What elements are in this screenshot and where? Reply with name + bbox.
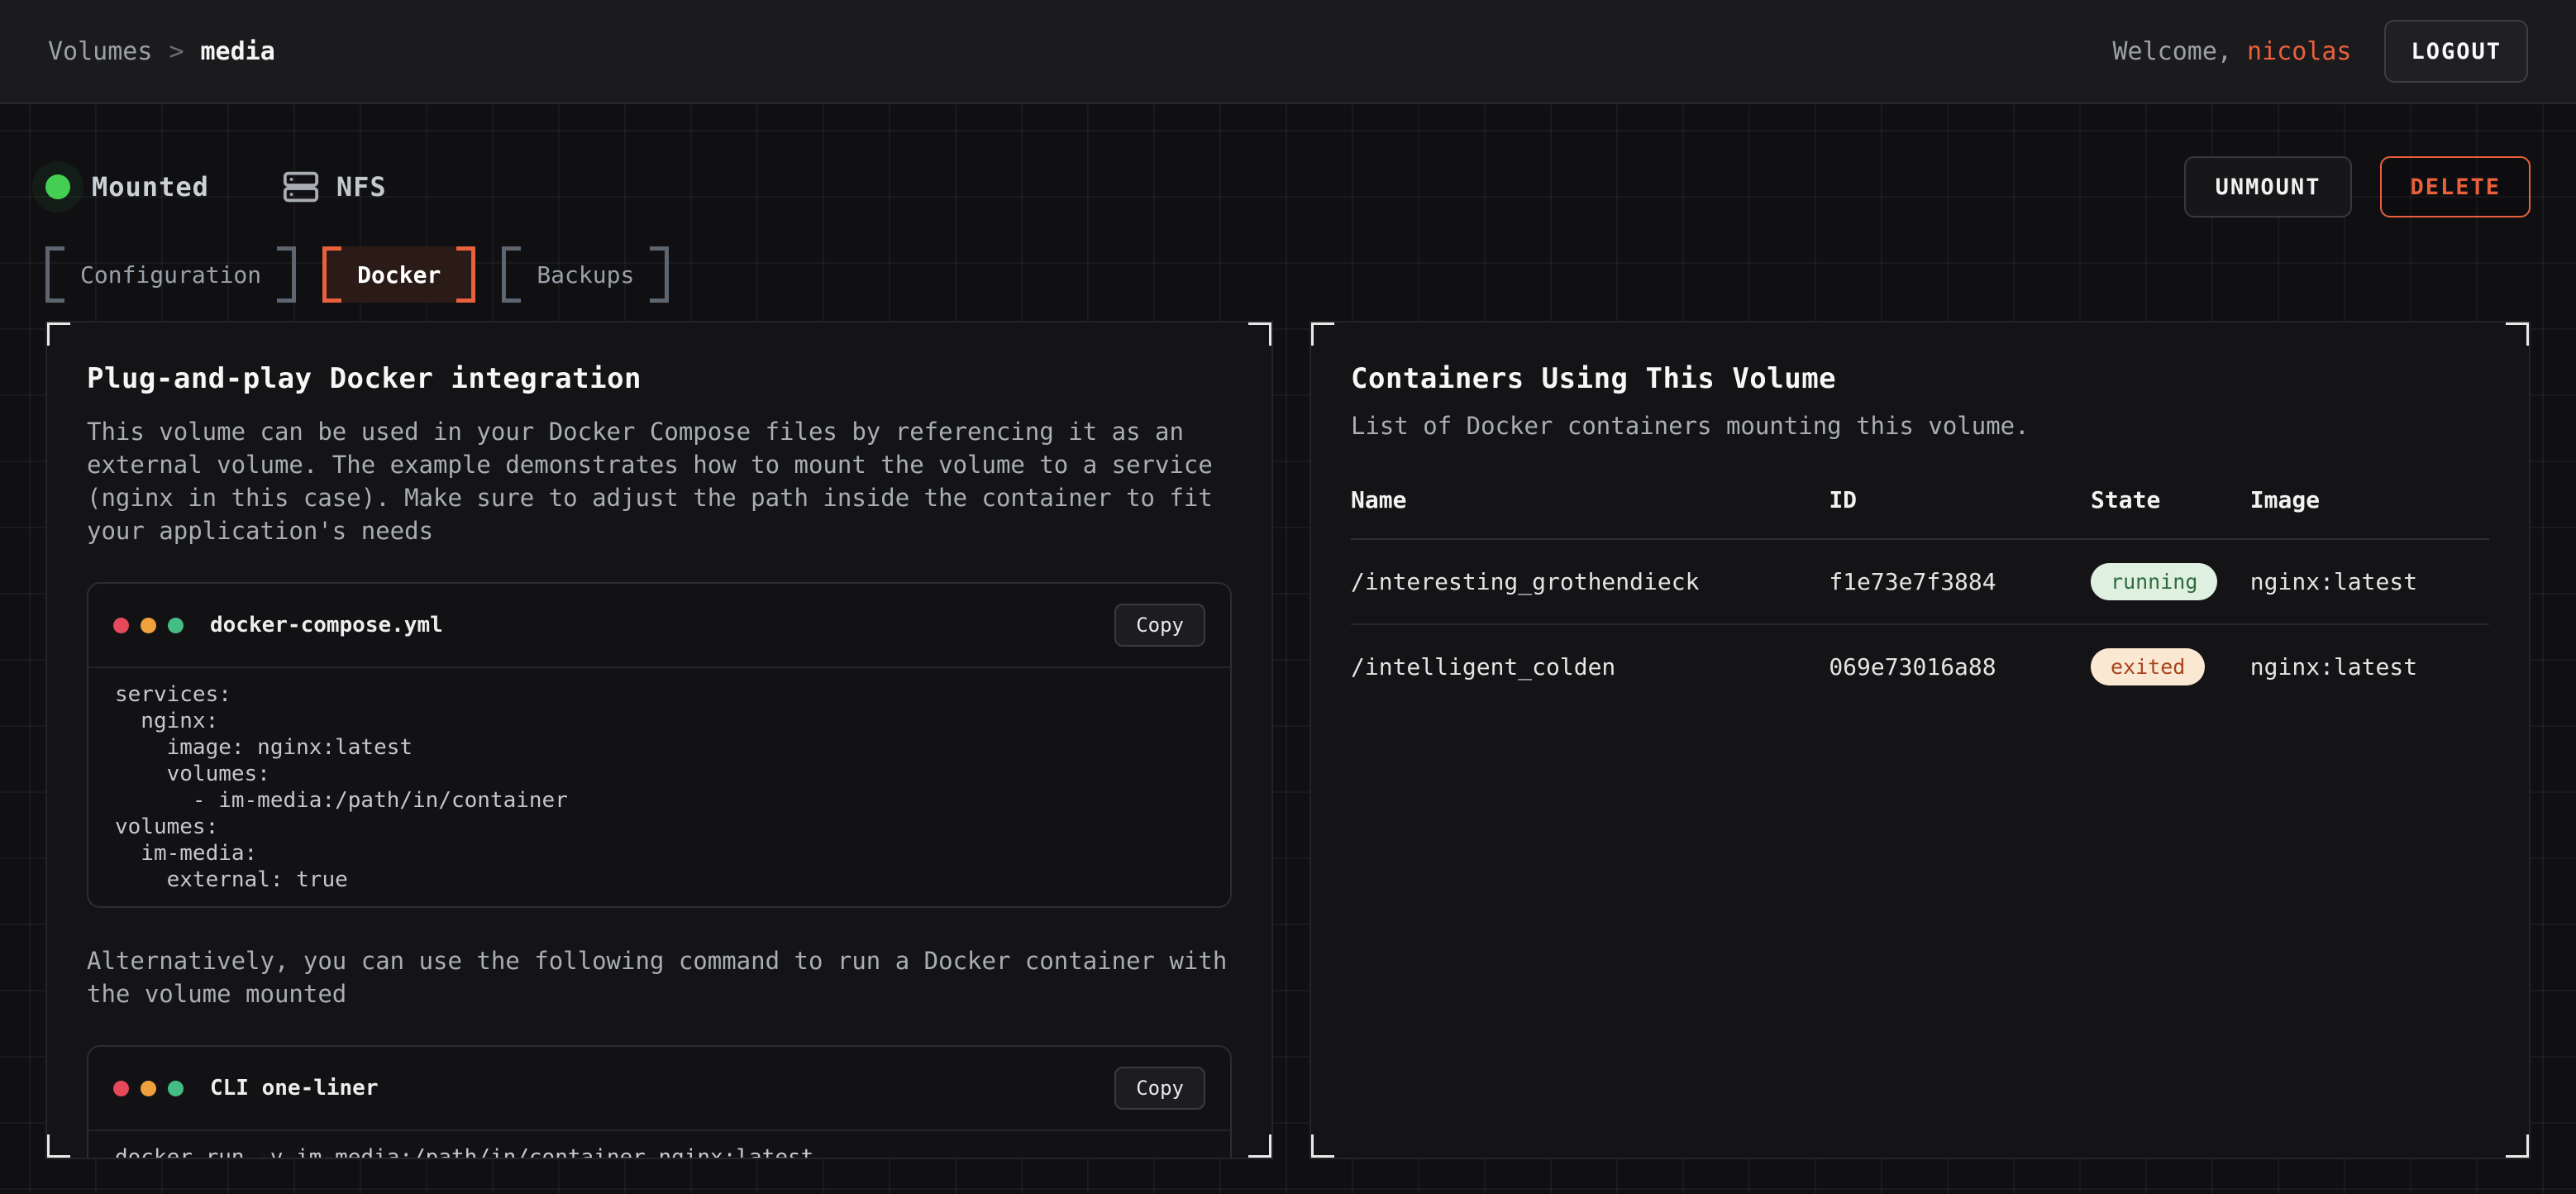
status-badge: exited <box>2091 648 2205 685</box>
welcome-prefix: Welcome, <box>2112 37 2247 66</box>
panel-title: Containers Using This Volume <box>1351 362 2489 395</box>
server-stack-icon <box>282 168 320 206</box>
cli-intro-text: Alternatively, you can use the following… <box>87 944 1232 1010</box>
breadcrumb-separator: > <box>169 37 184 66</box>
code-window-header: docker-compose.yml Copy <box>88 584 1230 668</box>
window-dots <box>113 618 184 633</box>
filesystem-type-label: NFS <box>336 171 387 203</box>
code-window-filename: docker-compose.yml <box>210 613 443 638</box>
code-window-header: CLI one-liner Copy <box>88 1047 1230 1131</box>
username: nicolas <box>2247 37 2351 66</box>
container-image: nginx:latest <box>2250 624 2489 709</box>
window-dot-amber-icon <box>141 618 156 633</box>
window-dot-green-icon <box>168 618 184 633</box>
corner-bracket <box>1309 321 1334 346</box>
column-header-state: State <box>2091 486 2250 539</box>
corner-bracket <box>2506 321 2531 346</box>
code-window-filename: CLI one-liner <box>210 1076 379 1101</box>
container-image: nginx:latest <box>2250 539 2489 624</box>
content-panels: Plug-and-play Docker integration This vo… <box>45 321 2531 1159</box>
compose-code-window: docker-compose.yml Copy services: nginx:… <box>87 582 1232 908</box>
corner-bracket <box>1309 1134 1334 1159</box>
mounted-status-label: Mounted <box>92 171 209 203</box>
corner-bracket <box>1248 321 1273 346</box>
column-header-name: Name <box>1351 486 1829 539</box>
delete-button[interactable]: DELETE <box>2380 156 2531 217</box>
window-dot-amber-icon <box>141 1081 156 1096</box>
copy-cli-button[interactable]: Copy <box>1114 1067 1205 1110</box>
panel-subtitle: List of Docker containers mounting this … <box>1351 412 2489 440</box>
container-id: f1e73e7f3884 <box>1829 539 2091 624</box>
window-dot-red-icon <box>113 618 129 633</box>
tab-configuration[interactable]: Configuration <box>45 246 296 303</box>
top-bar: Volumes > media Welcome, nicolas LOGOUT <box>0 0 2576 104</box>
cli-code-content: docker run -v im-media:/path/in/containe… <box>88 1131 1230 1159</box>
containers-table: Name ID State Image /interesting_grothen… <box>1351 486 2489 709</box>
corner-bracket <box>45 321 70 346</box>
panel-title: Plug-and-play Docker integration <box>87 362 1232 395</box>
tab-backups[interactable]: Backups <box>502 246 669 303</box>
topbar-right: Welcome, nicolas LOGOUT <box>2112 20 2528 83</box>
window-dots <box>113 1081 184 1096</box>
docker-integration-panel: Plug-and-play Docker integration This vo… <box>45 321 1273 1159</box>
window-dot-green-icon <box>168 1081 184 1096</box>
copy-compose-button[interactable]: Copy <box>1114 604 1205 647</box>
cli-code-window: CLI one-liner Copy docker run -v im-medi… <box>87 1045 1232 1159</box>
breadcrumb-current: media <box>201 37 275 66</box>
main-area: Mounted NFS UNMOUNT DELETE Configuration… <box>0 104 2576 1194</box>
column-header-image: Image <box>2250 486 2489 539</box>
status-row: Mounted NFS UNMOUNT DELETE <box>45 155 2531 218</box>
column-header-id: ID <box>1829 486 2091 539</box>
compose-code-content: services: nginx: image: nginx:latest vol… <box>88 668 1230 906</box>
tab-docker[interactable]: Docker <box>322 246 475 303</box>
mounted-status-dot-icon <box>45 174 70 199</box>
unmount-button[interactable]: UNMOUNT <box>2184 156 2353 217</box>
volume-actions: UNMOUNT DELETE <box>2184 156 2531 217</box>
corner-bracket <box>2506 1134 2531 1159</box>
status-badge: running <box>2091 563 2217 600</box>
breadcrumb-volumes-link[interactable]: Volumes <box>48 37 152 66</box>
table-row: /intelligent_colden 069e73016a88 exited … <box>1351 624 2489 709</box>
container-id: 069e73016a88 <box>1829 624 2091 709</box>
logout-button[interactable]: LOGOUT <box>2384 20 2528 83</box>
tab-bar: Configuration Docker Backups <box>45 246 2531 303</box>
table-row: /interesting_grothendieck f1e73e7f3884 r… <box>1351 539 2489 624</box>
corner-bracket <box>45 1134 70 1159</box>
containers-panel: Containers Using This Volume List of Doc… <box>1309 321 2531 1159</box>
container-name: /intelligent_colden <box>1351 624 1829 709</box>
window-dot-red-icon <box>113 1081 129 1096</box>
welcome-text: Welcome, nicolas <box>2112 37 2351 66</box>
table-header-row: Name ID State Image <box>1351 486 2489 539</box>
panel-description: This volume can be used in your Docker C… <box>87 415 1232 547</box>
corner-bracket <box>1248 1134 1273 1159</box>
container-name: /interesting_grothendieck <box>1351 539 1829 624</box>
breadcrumb: Volumes > media <box>48 37 275 66</box>
